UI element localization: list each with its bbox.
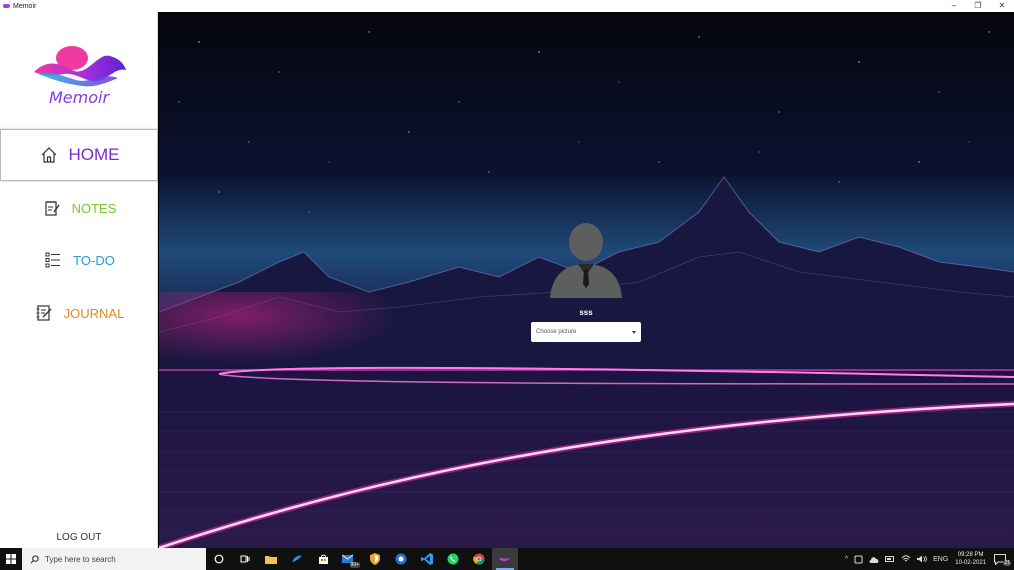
avatar[interactable] [546,222,626,298]
nav-notes[interactable]: NOTES [0,182,158,234]
file-explorer-button[interactable] [258,548,284,570]
app-shortcut-1[interactable] [284,548,310,570]
window-controls: – ❐ ✕ [942,0,1014,12]
chrome-button[interactable] [466,548,492,570]
language-indicator[interactable]: ENG [933,556,948,563]
security-app-button[interactable] [362,548,388,570]
windows-logo-icon [6,554,16,564]
nav-notes-label: NOTES [71,200,117,216]
task-view-button[interactable] [232,548,258,570]
battery-icon[interactable] [885,556,895,562]
search-icon [30,554,39,563]
device-icon[interactable] [854,555,863,564]
choose-picture-label: Choose picture [536,329,577,335]
journal-icon [34,303,54,323]
circle-app-icon [395,553,407,565]
system-tray: ^ ENG 09:28 PM 10-02-2021 21 [842,548,1014,570]
chrome-icon [473,553,485,565]
app-icon [3,4,10,8]
search-placeholder: Type here to search [45,554,116,564]
notes-icon [42,198,62,218]
username: sss [579,308,593,317]
memoir-app-button[interactable] [492,548,518,570]
whatsapp-icon [447,553,459,565]
home-icon [39,145,59,165]
minimize-button[interactable]: – [942,0,966,12]
clock[interactable]: 09:28 PM 10-02-2021 [955,551,986,567]
app-shortcut-2[interactable] [388,548,414,570]
mail-button[interactable]: 99+ [336,548,362,570]
volume-icon[interactable] [917,555,928,563]
nav-home[interactable]: HOME [0,129,158,181]
nav-journal-label: JOURNAL [63,305,125,321]
window-title: Memoir [13,2,37,10]
store-button[interactable] [310,548,336,570]
profile-panel: sss Choose picture [531,222,641,342]
windows-start-button[interactable] [0,548,22,570]
taskbar-search[interactable]: Type here to search [22,548,206,570]
main-content: sss Choose picture [159,12,1014,548]
logo-text: Memoir [48,88,110,107]
sidebar: Memoir HOME NOTES TO-DO JOURNAL LOG OUT [0,12,158,548]
mail-badge: 99+ [349,562,360,568]
whatsapp-button[interactable] [440,548,466,570]
restore-button[interactable]: ❐ [966,0,990,12]
vscode-button[interactable] [414,548,440,570]
nav-journal[interactable]: JOURNAL [0,287,158,339]
cortana-button[interactable] [206,548,232,570]
todo-list-icon [43,250,63,270]
close-button[interactable]: ✕ [990,0,1014,12]
vscode-icon [421,553,433,565]
taskbar: Type here to search 99+ ^ ENG 09:28 PM 1… [0,548,1014,570]
nav-todo[interactable]: TO-DO [0,234,158,286]
store-icon [318,554,328,564]
clock-time: 09:28 PM [957,552,984,558]
cloud-icon[interactable] [869,556,879,563]
app-icon [292,555,302,562]
nav-home-label: HOME [68,145,120,164]
clock-date: 10-02-2021 [955,560,986,566]
chevron-down-icon [632,330,636,334]
shield-icon [370,553,380,565]
folder-icon [265,556,277,564]
chevron-up-icon[interactable]: ^ [845,556,848,563]
window-titlebar: Memoir – ❐ ✕ [0,0,1014,12]
logout-button[interactable]: LOG OUT [0,532,158,543]
notification-center-button[interactable]: 21 [994,552,1011,566]
notification-badge: 21 [1003,560,1011,566]
memoir-app-icon [499,557,511,562]
cortana-icon [214,554,224,564]
nav-todo-label: TO-DO [73,252,115,268]
choose-picture-dropdown[interactable]: Choose picture [531,322,641,342]
task-view-icon [240,555,250,563]
wifi-icon[interactable] [901,555,911,563]
